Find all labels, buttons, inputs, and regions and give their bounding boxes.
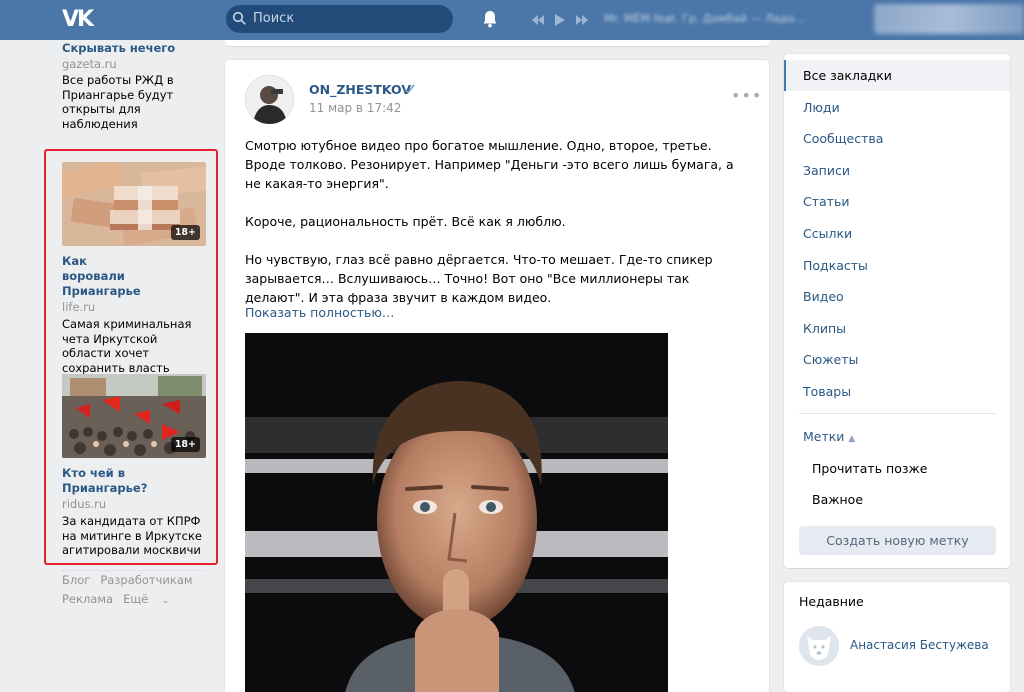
chevron-down-icon: ⌄ bbox=[161, 596, 170, 606]
menu-item-goods[interactable]: Товары bbox=[803, 384, 851, 399]
search-placeholder: Поиск bbox=[253, 11, 295, 26]
menu-item-video[interactable]: Видео bbox=[803, 289, 844, 304]
post-paragraph: Смотрю ютубное видео про богатое мышлени… bbox=[245, 138, 734, 191]
vk-logo[interactable]: VK bbox=[62, 9, 96, 31]
recent-title: Недавние bbox=[799, 594, 864, 609]
post-author[interactable]: ON_ZHESTKOV bbox=[309, 82, 411, 97]
more-options-icon[interactable]: ••• bbox=[731, 86, 762, 105]
footer-link-devs[interactable]: Разработчикам bbox=[100, 573, 192, 587]
tags-toggle[interactable]: Метки ▲ bbox=[803, 429, 855, 444]
footer-link-blog[interactable]: Блог bbox=[62, 573, 90, 587]
menu-item-stories[interactable]: Сюжеты bbox=[803, 352, 858, 367]
post-text: Смотрю ютубное видео про богатое мышлени… bbox=[245, 136, 751, 307]
recent-user-name[interactable]: Анастасия Бестужева bbox=[850, 638, 989, 652]
menu-item-articles[interactable]: Статьи bbox=[803, 194, 849, 209]
post-date[interactable]: 11 мар в 17:42 bbox=[309, 101, 401, 115]
menu-item-all-bookmarks[interactable]: Все закладки bbox=[803, 68, 892, 83]
show-more-link[interactable]: Показать полностью… bbox=[245, 305, 394, 320]
menu-item-communities[interactable]: Сообщества bbox=[803, 131, 883, 146]
footer-links: Блог Разработчикам Реклама Ещё ⌄ bbox=[62, 571, 222, 611]
tag-read-later[interactable]: Прочитать позже bbox=[812, 461, 927, 476]
footer-link-more[interactable]: Ещё ⌄ bbox=[123, 592, 179, 606]
highlight-box bbox=[44, 149, 218, 565]
verified-icon bbox=[404, 84, 415, 94]
menu-item-podcasts[interactable]: Подкасты bbox=[803, 258, 868, 273]
profile-menu[interactable] bbox=[874, 4, 1024, 34]
menu-item-links[interactable]: Ссылки bbox=[803, 226, 852, 241]
post-paragraph: Короче, рациональность прёт. Всё как я л… bbox=[245, 214, 566, 229]
bell-icon[interactable] bbox=[482, 10, 498, 28]
tag-important[interactable]: Важное bbox=[812, 492, 863, 507]
chevron-up-icon: ▲ bbox=[848, 434, 856, 444]
menu-item-posts[interactable]: Записи bbox=[803, 163, 850, 178]
menu-item-people[interactable]: Люди bbox=[803, 100, 840, 115]
ad-title[interactable]: Скрывать нечего bbox=[62, 41, 212, 56]
author-avatar[interactable] bbox=[245, 75, 294, 124]
footer-more-label: Ещё bbox=[123, 592, 149, 606]
recent-card: Недавние Анастасия Бестужева bbox=[784, 582, 1010, 692]
search-icon bbox=[232, 11, 246, 25]
player-controls-icon[interactable] bbox=[530, 13, 600, 27]
create-tag-button[interactable]: Создать новую метку bbox=[799, 526, 996, 555]
post-photo[interactable] bbox=[245, 333, 668, 692]
active-item-indicator bbox=[784, 60, 786, 91]
top-bar: VK Поиск Mr. MЁМ feat. Гр. Домбай — Ладо… bbox=[0, 0, 1024, 40]
recent-avatar[interactable] bbox=[799, 626, 839, 666]
ad-text: Все работы РЖД в Приангарье будут открыт… bbox=[62, 73, 174, 131]
previous-post-card bbox=[225, 40, 769, 46]
post-card: ON_ZHESTKOV 11 мар в 17:42 ••• Смотрю ют… bbox=[225, 60, 769, 692]
ad-source: gazeta.ru bbox=[62, 57, 117, 71]
bookmarks-menu: Все закладки Люди Сообщества Записи Стат… bbox=[784, 54, 1010, 568]
footer-link-ads[interactable]: Реклама bbox=[62, 592, 113, 606]
post-paragraph: Но чувствую, глаз всё равно дёргается. Ч… bbox=[245, 252, 713, 305]
ad-block-0[interactable]: Скрывать нечего gazeta.ru Все работы РЖД… bbox=[62, 40, 212, 131]
current-track[interactable]: Mr. MЁМ feat. Гр. Домбай — Ладо... bbox=[604, 12, 814, 25]
divider bbox=[799, 413, 996, 414]
tags-label: Метки bbox=[803, 429, 845, 444]
menu-item-clips[interactable]: Клипы bbox=[803, 321, 846, 336]
